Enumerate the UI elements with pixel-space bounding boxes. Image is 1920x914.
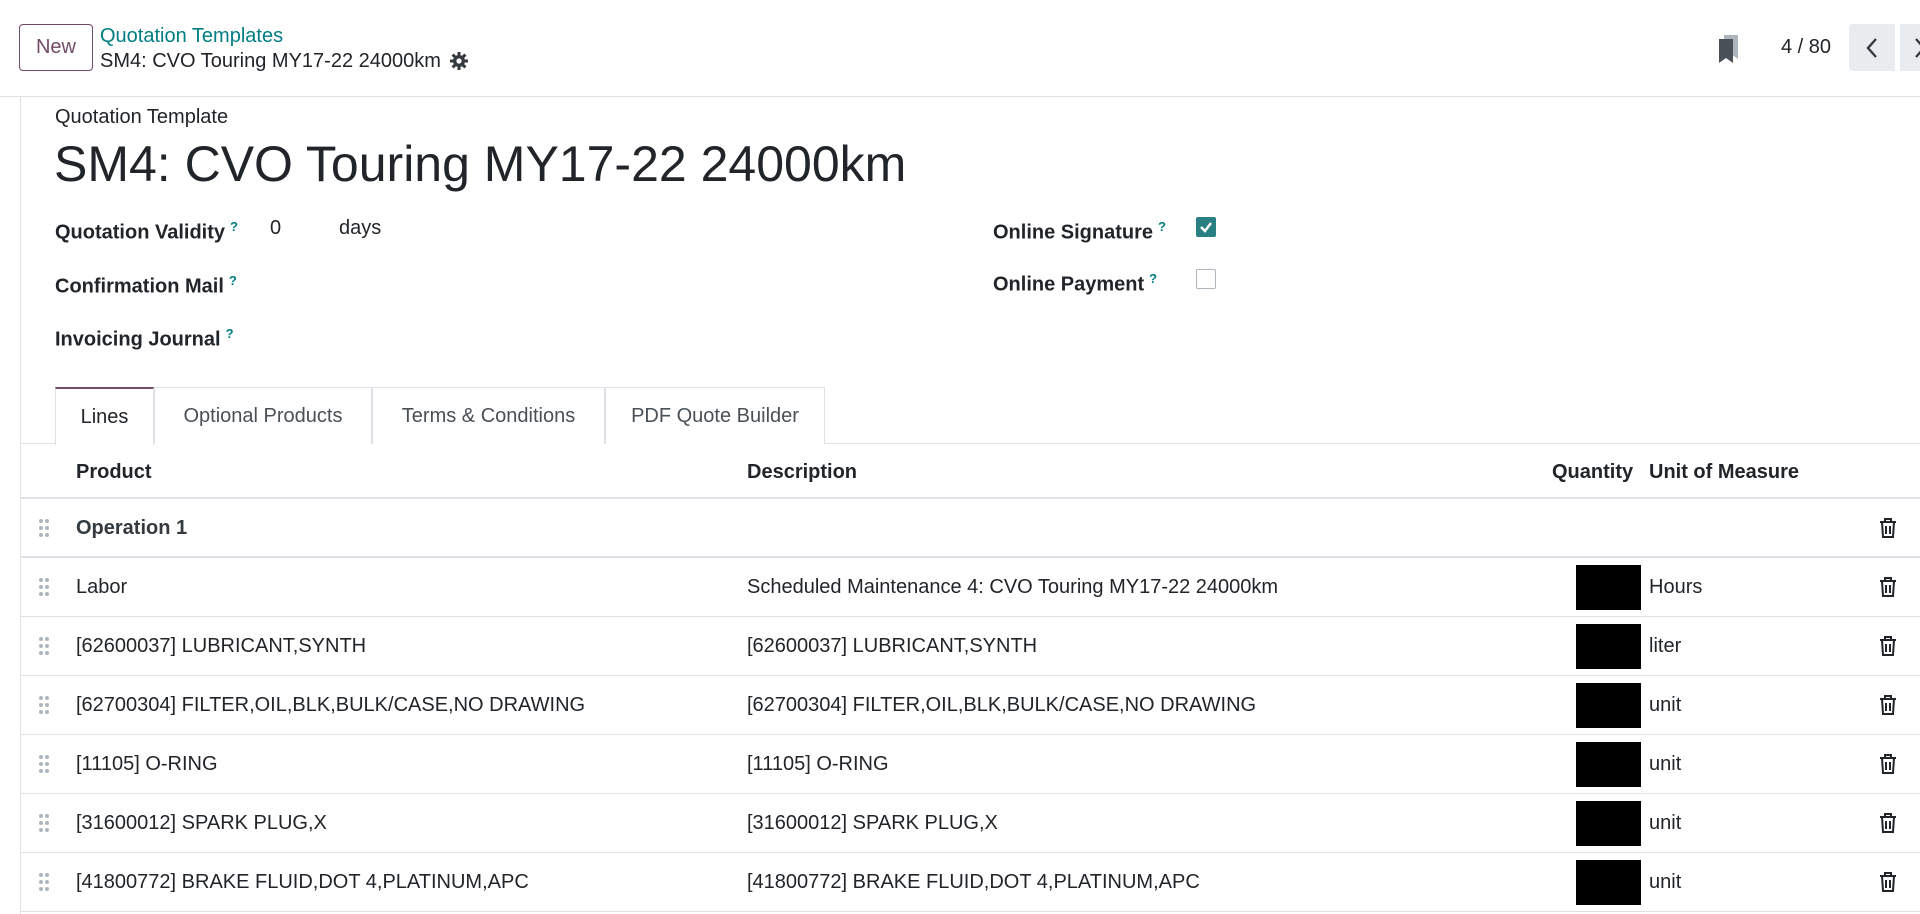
product-cell: [62600037] LUBRICANT,SYNTH — [76, 635, 367, 657]
trash-icon[interactable] — [1879, 813, 1897, 833]
tab-terms-conditions[interactable]: Terms & Conditions — [372, 387, 605, 444]
quotation-validity-input[interactable]: 0 — [270, 216, 281, 240]
trash-icon[interactable] — [1879, 695, 1897, 715]
quantity-cell[interactable] — [1576, 860, 1641, 905]
product-cell: [11105] O-RING — [76, 753, 218, 775]
bookmark-icon[interactable] — [1716, 33, 1742, 65]
uom-cell: unit — [1649, 694, 1682, 716]
breadcrumb-current: SM4: CVO Touring MY17-22 24000km — [100, 49, 469, 73]
chevron-left-icon — [1866, 37, 1877, 58]
help-icon[interactable]: ? — [1149, 271, 1157, 286]
description-cell: Scheduled Maintenance 4: CVO Touring MY1… — [747, 576, 1279, 598]
column-header-description[interactable]: Description — [747, 460, 857, 484]
drag-handle-icon[interactable] — [38, 754, 50, 774]
description-cell: [62600037] LUBRICANT,SYNTH — [747, 635, 1038, 657]
breadcrumb-current-label: SM4: CVO Touring MY17-22 24000km — [100, 50, 441, 72]
quantity-cell[interactable] — [1576, 742, 1641, 787]
uom-cell: Hours — [1649, 576, 1703, 598]
quantity-cell[interactable] — [1576, 801, 1641, 846]
uom-cell: unit — [1649, 812, 1682, 834]
table-row[interactable]: Labor Scheduled Maintenance 4: CVO Touri… — [20, 558, 1920, 617]
gear-icon[interactable] — [449, 51, 469, 71]
tab-pdf-quote-builder[interactable]: PDF Quote Builder — [605, 387, 825, 444]
trash-icon[interactable] — [1879, 577, 1897, 597]
quotation-validity-unit: days — [339, 217, 382, 239]
quotation-validity-label-text: Quotation Validity — [55, 221, 226, 244]
drag-handle-icon[interactable] — [38, 577, 50, 597]
online-signature-label-text: Online Signature — [993, 221, 1154, 244]
product-cell: [31600012] SPARK PLUG,X — [76, 812, 327, 834]
product-cell: [41800772] BRAKE FLUID,DOT 4,PLATINUM,AP… — [76, 871, 529, 893]
pager-next-button[interactable] — [1900, 24, 1920, 71]
drag-handle-icon[interactable] — [38, 872, 50, 892]
description-cell: [41800772] BRAKE FLUID,DOT 4,PLATINUM,AP… — [747, 871, 1200, 893]
table-row[interactable]: [11105] O-RING [11105] O-RING unit — [20, 735, 1920, 794]
online-payment-label: Online Payment? — [993, 267, 1157, 297]
online-payment-checkbox[interactable] — [1196, 269, 1216, 289]
description-cell: [62700304] FILTER,OIL,BLK,BULK/CASE,NO D… — [747, 694, 1257, 716]
trash-icon[interactable] — [1879, 636, 1897, 656]
invoicing-journal-label: Invoicing Journal? — [55, 322, 234, 352]
new-button[interactable]: New — [19, 24, 93, 71]
column-header-quantity[interactable]: Quantity — [1552, 460, 1633, 484]
help-icon[interactable]: ? — [1158, 219, 1166, 234]
drag-handle-icon[interactable] — [38, 518, 50, 538]
column-header-product[interactable]: Product — [76, 460, 152, 484]
table-header: Product Description Quantity Unit of Mea… — [20, 444, 1920, 499]
product-cell: Labor — [76, 576, 128, 598]
quotation-validity-label: Quotation Validity? — [55, 215, 238, 245]
confirmation-mail-label-text: Confirmation Mail — [55, 275, 224, 298]
table-row[interactable]: [31600012] SPARK PLUG,X [31600012] SPARK… — [20, 794, 1920, 853]
help-icon[interactable]: ? — [226, 326, 234, 341]
checkmark-icon — [1200, 222, 1212, 233]
uom-cell: unit — [1649, 753, 1682, 775]
quantity-cell[interactable] — [1576, 565, 1641, 610]
tab-lines[interactable]: Lines — [55, 387, 154, 445]
quantity-cell[interactable] — [1576, 624, 1641, 669]
trash-icon[interactable] — [1879, 518, 1897, 538]
record-type-label: Quotation Template — [55, 106, 229, 128]
pager-previous-button[interactable] — [1849, 24, 1895, 71]
online-signature-label: Online Signature? — [993, 215, 1166, 245]
chevron-right-icon — [1915, 37, 1920, 58]
control-panel: New Quotation Templates SM4: CVO Touring… — [0, 0, 1920, 97]
drag-handle-icon[interactable] — [38, 636, 50, 656]
uom-cell: unit — [1649, 871, 1682, 893]
online-signature-checkbox[interactable] — [1196, 217, 1216, 237]
confirmation-mail-label: Confirmation Mail? — [55, 269, 237, 299]
description-cell: [31600012] SPARK PLUG,X — [747, 812, 998, 834]
quantity-cell[interactable] — [1576, 683, 1641, 728]
column-header-unit-of-measure[interactable]: Unit of Measure — [1649, 460, 1799, 484]
trash-icon[interactable] — [1879, 872, 1897, 892]
table-section-row[interactable]: Operation 1 — [20, 499, 1920, 558]
table-row[interactable]: [62600037] LUBRICANT,SYNTH [62600037] LU… — [20, 617, 1920, 676]
uom-cell: liter — [1649, 635, 1682, 657]
description-cell: [11105] O-RING — [747, 753, 889, 775]
table-row[interactable]: [41800772] BRAKE FLUID,DOT 4,PLATINUM,AP… — [20, 853, 1920, 912]
drag-handle-icon[interactable] — [38, 813, 50, 833]
breadcrumb-parent-link[interactable]: Quotation Templates — [100, 24, 283, 48]
page-title[interactable]: SM4: CVO Touring MY17-22 24000km — [54, 134, 906, 194]
invoicing-journal-label-text: Invoicing Journal — [55, 328, 221, 351]
online-payment-label-text: Online Payment — [993, 273, 1145, 296]
drag-handle-icon[interactable] — [38, 695, 50, 715]
trash-icon[interactable] — [1879, 754, 1897, 774]
help-icon[interactable]: ? — [230, 219, 238, 234]
section-name: Operation 1 — [76, 517, 188, 539]
table-row[interactable]: [62700304] FILTER,OIL,BLK,BULK/CASE,NO D… — [20, 676, 1920, 735]
notebook-tabs: Lines Optional Products Terms & Conditio… — [20, 387, 1920, 445]
product-cell: [62700304] FILTER,OIL,BLK,BULK/CASE,NO D… — [76, 694, 586, 716]
help-icon[interactable]: ? — [229, 273, 237, 288]
pager-value[interactable]: 4 / 80 — [1781, 35, 1831, 59]
tab-optional-products[interactable]: Optional Products — [154, 387, 372, 444]
